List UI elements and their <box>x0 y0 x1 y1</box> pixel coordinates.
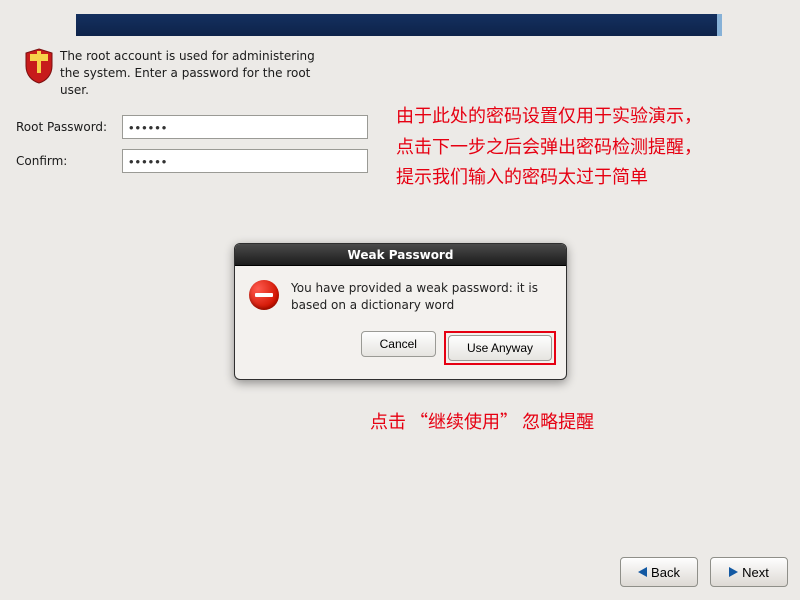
back-button[interactable]: Back <box>620 557 698 587</box>
error-icon <box>249 280 279 310</box>
arrow-left-icon <box>638 567 647 577</box>
confirm-password-input[interactable] <box>122 149 368 173</box>
use-anyway-button[interactable]: Use Anyway <box>448 335 552 361</box>
next-label: Next <box>742 565 769 580</box>
dialog-title: Weak Password <box>235 244 566 266</box>
shield-icon <box>24 48 54 84</box>
arrow-right-icon <box>729 567 738 577</box>
root-password-label: Root Password: <box>16 120 122 134</box>
annotation-top: 由于此处的密码设置仅用于实验演示， 点击下一步之后会弹出密码检测提醒， 提示我们… <box>396 100 800 192</box>
dialog-message: You have provided a weak password: it is… <box>291 280 552 315</box>
use-anyway-highlight: Use Anyway <box>444 331 556 365</box>
weak-password-dialog: Weak Password You have provided a weak p… <box>234 243 567 380</box>
root-password-input[interactable] <box>122 115 368 139</box>
cancel-button[interactable]: Cancel <box>361 331 436 357</box>
header-banner <box>76 14 720 36</box>
annotation-bottom: 点击 “继续使用” 忽略提醒 <box>370 408 594 434</box>
intro-text: The root account is used for administeri… <box>60 48 320 98</box>
next-button[interactable]: Next <box>710 557 788 587</box>
confirm-password-label: Confirm: <box>16 154 122 168</box>
back-label: Back <box>651 565 680 580</box>
